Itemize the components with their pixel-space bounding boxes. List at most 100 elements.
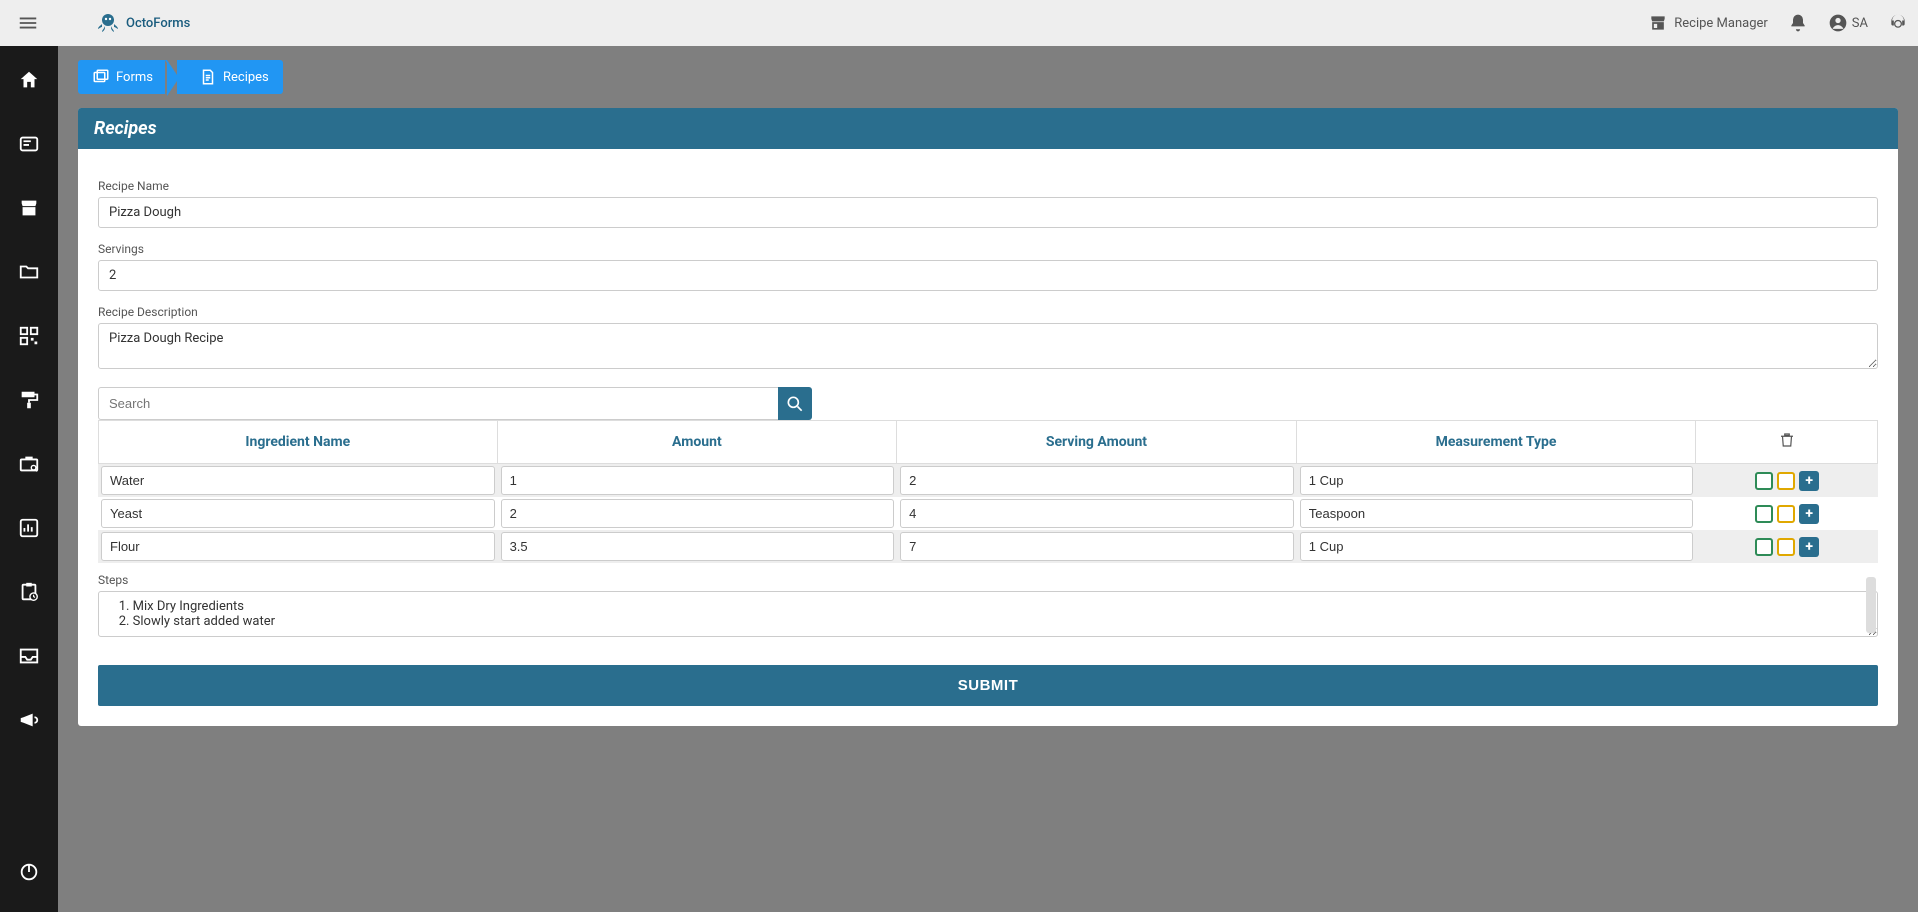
description-field: Recipe Description Pizza Dough Recipe: [98, 305, 1878, 373]
trash-icon: [1778, 431, 1796, 449]
description-label: Recipe Description: [98, 305, 1878, 319]
forms-stack-icon: [92, 68, 110, 86]
ingredient-name-input[interactable]: [101, 499, 495, 528]
steps-label: Steps: [98, 573, 1878, 587]
table-row: +: [98, 530, 1878, 563]
octopus-icon: [96, 11, 120, 35]
page-title: Recipes: [78, 108, 1898, 149]
ingredient-amount-input[interactable]: [501, 499, 895, 528]
sidebar-item-folder[interactable]: [9, 252, 49, 292]
recipe-name-label: Recipe Name: [98, 179, 1878, 193]
sidebar-item-paint[interactable]: [9, 380, 49, 420]
menu-toggle-button[interactable]: [10, 5, 46, 41]
row-copy-button[interactable]: [1777, 472, 1795, 490]
briefcase-search-icon: [18, 453, 40, 475]
ingredient-measure-input[interactable]: [1300, 466, 1694, 495]
sidebar-item-briefcase[interactable]: [9, 444, 49, 484]
workspace-selector[interactable]: Recipe Manager: [1648, 13, 1768, 33]
recipe-name-input[interactable]: [98, 197, 1878, 228]
sidebar-item-analytics[interactable]: [9, 508, 49, 548]
submit-button[interactable]: SUBMIT: [98, 665, 1878, 706]
servings-label: Servings: [98, 242, 1878, 256]
steps-field: Steps 1. Mix Dry Ingredients 2. Slowly s…: [98, 573, 1878, 637]
ingredient-measure-input[interactable]: [1300, 499, 1694, 528]
servings-field: Servings: [98, 242, 1878, 291]
sidebar-item-power[interactable]: [9, 852, 49, 892]
sidebar-item-schedule[interactable]: [9, 572, 49, 612]
breadcrumb-recipes-label: Recipes: [223, 70, 269, 85]
ingredient-name-input[interactable]: [101, 466, 495, 495]
breadcrumb-forms-label: Forms: [116, 70, 153, 85]
app-logo[interactable]: OctoForms: [96, 11, 190, 35]
storefront-icon: [18, 197, 40, 219]
search-button[interactable]: [778, 387, 812, 420]
recipe-card: Recipes Recipe Name Servings Recipe Desc…: [78, 108, 1898, 726]
ingredient-serving-input[interactable]: [900, 532, 1294, 561]
hamburger-icon: [17, 12, 39, 34]
col-actions: [1696, 420, 1878, 464]
search-input[interactable]: [98, 387, 778, 420]
ingredient-serving-input[interactable]: [900, 499, 1294, 528]
description-input[interactable]: Pizza Dough Recipe: [98, 323, 1878, 369]
bell-icon: [1788, 13, 1808, 33]
user-label: SA: [1852, 16, 1868, 31]
breadcrumb-forms[interactable]: Forms: [78, 60, 167, 94]
home-icon: [18, 69, 40, 91]
help-agent-icon: [1888, 13, 1908, 33]
ingredient-amount-input[interactable]: [501, 532, 895, 561]
row-add-button[interactable]: +: [1799, 537, 1819, 557]
document-icon: [199, 68, 217, 86]
row-select-button[interactable]: [1755, 472, 1773, 490]
table-row: +: [98, 497, 1878, 530]
ingredient-name-input[interactable]: [101, 532, 495, 561]
inbox-icon: [18, 645, 40, 667]
breadcrumb-recipes[interactable]: Recipes: [177, 60, 283, 94]
sidebar-item-announce[interactable]: [9, 700, 49, 740]
ingredient-amount-input[interactable]: [501, 466, 895, 495]
row-add-button[interactable]: +: [1799, 504, 1819, 524]
row-select-button[interactable]: [1755, 538, 1773, 556]
table-row: +: [98, 464, 1878, 497]
sidebar: [0, 46, 58, 912]
app-bar: OctoForms Recipe Manager SA: [0, 0, 1918, 46]
clipboard-clock-icon: [18, 581, 40, 603]
row-select-button[interactable]: [1755, 505, 1773, 523]
ingredient-serving-input[interactable]: [900, 466, 1294, 495]
sidebar-item-inbox[interactable]: [9, 636, 49, 676]
sidebar-item-qr[interactable]: [9, 316, 49, 356]
table-header-row: Ingredient Name Amount Serving Amount Me…: [98, 420, 1878, 464]
form-icon: [18, 133, 40, 155]
col-measurement: Measurement Type: [1297, 420, 1697, 464]
megaphone-icon: [18, 709, 40, 731]
sidebar-item-home[interactable]: [9, 60, 49, 100]
folder-icon: [18, 261, 40, 283]
workspace-label: Recipe Manager: [1674, 16, 1768, 31]
ingredient-measure-input[interactable]: [1300, 532, 1694, 561]
sidebar-item-forms[interactable]: [9, 124, 49, 164]
chart-icon: [18, 517, 40, 539]
app-name: OctoForms: [126, 16, 190, 31]
col-amount: Amount: [498, 420, 898, 464]
user-circle-icon: [1828, 13, 1848, 33]
breadcrumb: Forms Recipes: [78, 60, 1898, 94]
col-serving-amount: Serving Amount: [897, 420, 1297, 464]
row-add-button[interactable]: +: [1799, 471, 1819, 491]
content-area: Forms Recipes Recipes Recipe Name Servin…: [58, 46, 1918, 912]
col-ingredient-name: Ingredient Name: [98, 420, 498, 464]
sidebar-item-store[interactable]: [9, 188, 49, 228]
steps-input[interactable]: 1. Mix Dry Ingredients 2. Slowly start a…: [98, 591, 1878, 637]
search-icon: [785, 394, 805, 414]
notifications-button[interactable]: [1788, 13, 1808, 33]
user-menu[interactable]: SA: [1828, 13, 1868, 33]
ingredients-table: Ingredient Name Amount Serving Amount Me…: [98, 420, 1878, 563]
ingredient-search: [98, 387, 1878, 420]
qr-icon: [18, 325, 40, 347]
help-button[interactable]: [1888, 13, 1908, 33]
paint-roller-icon: [18, 389, 40, 411]
row-copy-button[interactable]: [1777, 505, 1795, 523]
store-icon: [1648, 13, 1668, 33]
recipe-name-field: Recipe Name: [98, 179, 1878, 228]
power-icon: [18, 861, 40, 883]
servings-input[interactable]: [98, 260, 1878, 291]
row-copy-button[interactable]: [1777, 538, 1795, 556]
